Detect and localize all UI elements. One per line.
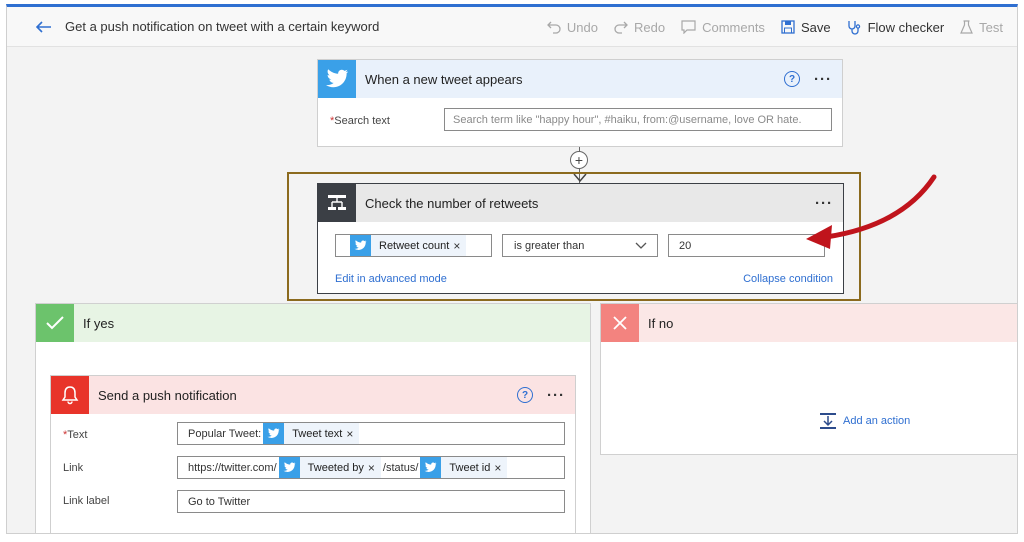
if-yes-header[interactable]: If yes: [36, 304, 590, 342]
link-field-label: Link: [63, 462, 84, 474]
if-no-branch: If no Add an action: [600, 303, 1017, 455]
search-text-label: *Search text: [330, 113, 390, 127]
link-label-value: Go to Twitter: [188, 495, 251, 508]
twitter-bird-icon: [263, 423, 285, 444]
undo-label: Undo: [566, 19, 598, 35]
twitter-bird-icon: [318, 60, 356, 98]
token-label: Tweet id: [449, 461, 491, 474]
remove-token-icon[interactable]: ×: [368, 461, 381, 475]
link-label-field-label: Link label: [63, 495, 110, 507]
designer-frame: Get a push notification on tweet with a …: [6, 4, 1018, 534]
remove-token-icon[interactable]: ×: [453, 239, 466, 253]
if-yes-branch: If yes Send a push notification ? ··· *T…: [35, 303, 591, 533]
annotation-arrow-icon: [806, 174, 937, 249]
twitter-bird-icon: [278, 457, 300, 478]
tweet-id-token[interactable]: Tweet id ×: [420, 457, 508, 478]
redo-button[interactable]: Redo: [614, 20, 665, 35]
collapse-condition-link[interactable]: Collapse condition: [743, 273, 833, 285]
comments-label: Comments: [702, 19, 765, 35]
retweet-count-token[interactable]: Retweet count ×: [350, 235, 467, 256]
push-notification-actions: ? ···: [517, 376, 565, 414]
if-no-header[interactable]: If no: [601, 304, 1017, 342]
text-label-text: Text: [67, 429, 88, 441]
trigger-header[interactable]: When a new tweet appears ? ···: [318, 60, 842, 98]
test-label: Test: [979, 19, 1003, 35]
trigger-card[interactable]: When a new tweet appears ? ··· *Search t…: [317, 59, 843, 147]
text-prefix: Popular Tweet:: [188, 427, 262, 440]
link-field-input[interactable]: https://twitter.com/ Tweeted by × /statu…: [177, 456, 565, 479]
link-prefix: https://twitter.com/: [188, 461, 277, 474]
redo-label: Redo: [634, 19, 666, 35]
help-icon[interactable]: ?: [517, 387, 533, 403]
search-placeholder: Search term like "happy hour", #haiku, f…: [453, 113, 802, 126]
trigger-title: When a new tweet appears: [365, 71, 523, 87]
comments-button[interactable]: Comments: [681, 20, 765, 35]
insert-step-plus-icon[interactable]: +: [570, 151, 588, 169]
add-action-icon: [820, 413, 836, 429]
text-field-label: *Text: [63, 427, 87, 441]
remove-token-icon[interactable]: ×: [346, 427, 359, 441]
undo-icon: [547, 21, 561, 34]
if-no-label: If no: [648, 315, 674, 331]
condition-title: Check the number of retweets: [365, 195, 539, 211]
push-notification-card[interactable]: Send a push notification ? ··· *Text Pop…: [50, 375, 576, 533]
remove-token-icon[interactable]: ×: [494, 461, 507, 475]
push-notification-title: Send a push notification: [98, 387, 237, 403]
twitter-bird-icon: [350, 235, 371, 256]
edit-advanced-mode-link[interactable]: Edit in advanced mode: [335, 273, 447, 285]
chevron-down-icon: [635, 242, 647, 249]
more-options-icon[interactable]: ···: [814, 71, 832, 88]
condition-value: 20: [679, 239, 692, 252]
save-label: Save: [800, 19, 831, 35]
checkmark-icon: [36, 304, 74, 342]
close-icon: [601, 304, 639, 342]
search-text-input[interactable]: Search term like "happy hour", #haiku, f…: [444, 108, 832, 131]
bell-icon: [51, 376, 89, 414]
operator-dropdown[interactable]: is greater than: [502, 234, 658, 257]
operator-value: is greater than: [514, 239, 585, 252]
if-yes-label: If yes: [83, 315, 115, 331]
stethoscope-icon: [847, 20, 860, 35]
token-label: Retweet count: [379, 239, 450, 252]
search-label-text: Search text: [334, 115, 390, 127]
undo-button[interactable]: Undo: [547, 20, 598, 35]
save-button[interactable]: Save: [781, 20, 831, 35]
add-action-button[interactable]: Add an action: [819, 412, 910, 430]
link-middle: /status/: [382, 461, 419, 474]
tweet-text-token[interactable]: Tweet text ×: [263, 423, 360, 444]
tweeted-by-token[interactable]: Tweeted by ×: [278, 457, 381, 478]
more-options-icon[interactable]: ···: [547, 387, 565, 404]
flow-checker-label: Flow checker: [867, 19, 945, 35]
twitter-bird-icon: [420, 457, 442, 478]
condition-card[interactable]: Check the number of retweets ··· Retweet…: [317, 183, 844, 294]
condition-left-operand[interactable]: Retweet count ×: [335, 234, 492, 257]
trigger-actions: ? ···: [784, 60, 832, 98]
toolbar: Undo Redo Comments Save Flow checker Tes…: [547, 7, 1003, 47]
back-arrow-icon[interactable]: [35, 18, 53, 36]
text-field-input[interactable]: Popular Tweet: Tweet text ×: [177, 422, 565, 445]
save-icon: [781, 20, 795, 34]
redo-icon: [614, 21, 628, 34]
test-button[interactable]: Test: [960, 20, 1003, 35]
comment-icon: [681, 20, 696, 34]
flow-checker-button[interactable]: Flow checker: [847, 19, 945, 35]
flask-icon: [960, 20, 974, 34]
push-notification-header[interactable]: Send a push notification ? ···: [51, 376, 575, 414]
top-bar: Get a push notification on tweet with a …: [7, 7, 1017, 47]
add-action-label: Add an action: [843, 415, 911, 427]
help-icon[interactable]: ?: [784, 71, 800, 87]
condition-header[interactable]: Check the number of retweets ···: [318, 184, 843, 222]
token-label: Tweet text: [292, 427, 343, 440]
flow-title: Get a push notification on tweet with a …: [65, 19, 380, 34]
condition-icon: [318, 184, 356, 222]
link-label-input[interactable]: Go to Twitter: [177, 490, 565, 513]
token-label: Tweeted by: [307, 461, 364, 474]
